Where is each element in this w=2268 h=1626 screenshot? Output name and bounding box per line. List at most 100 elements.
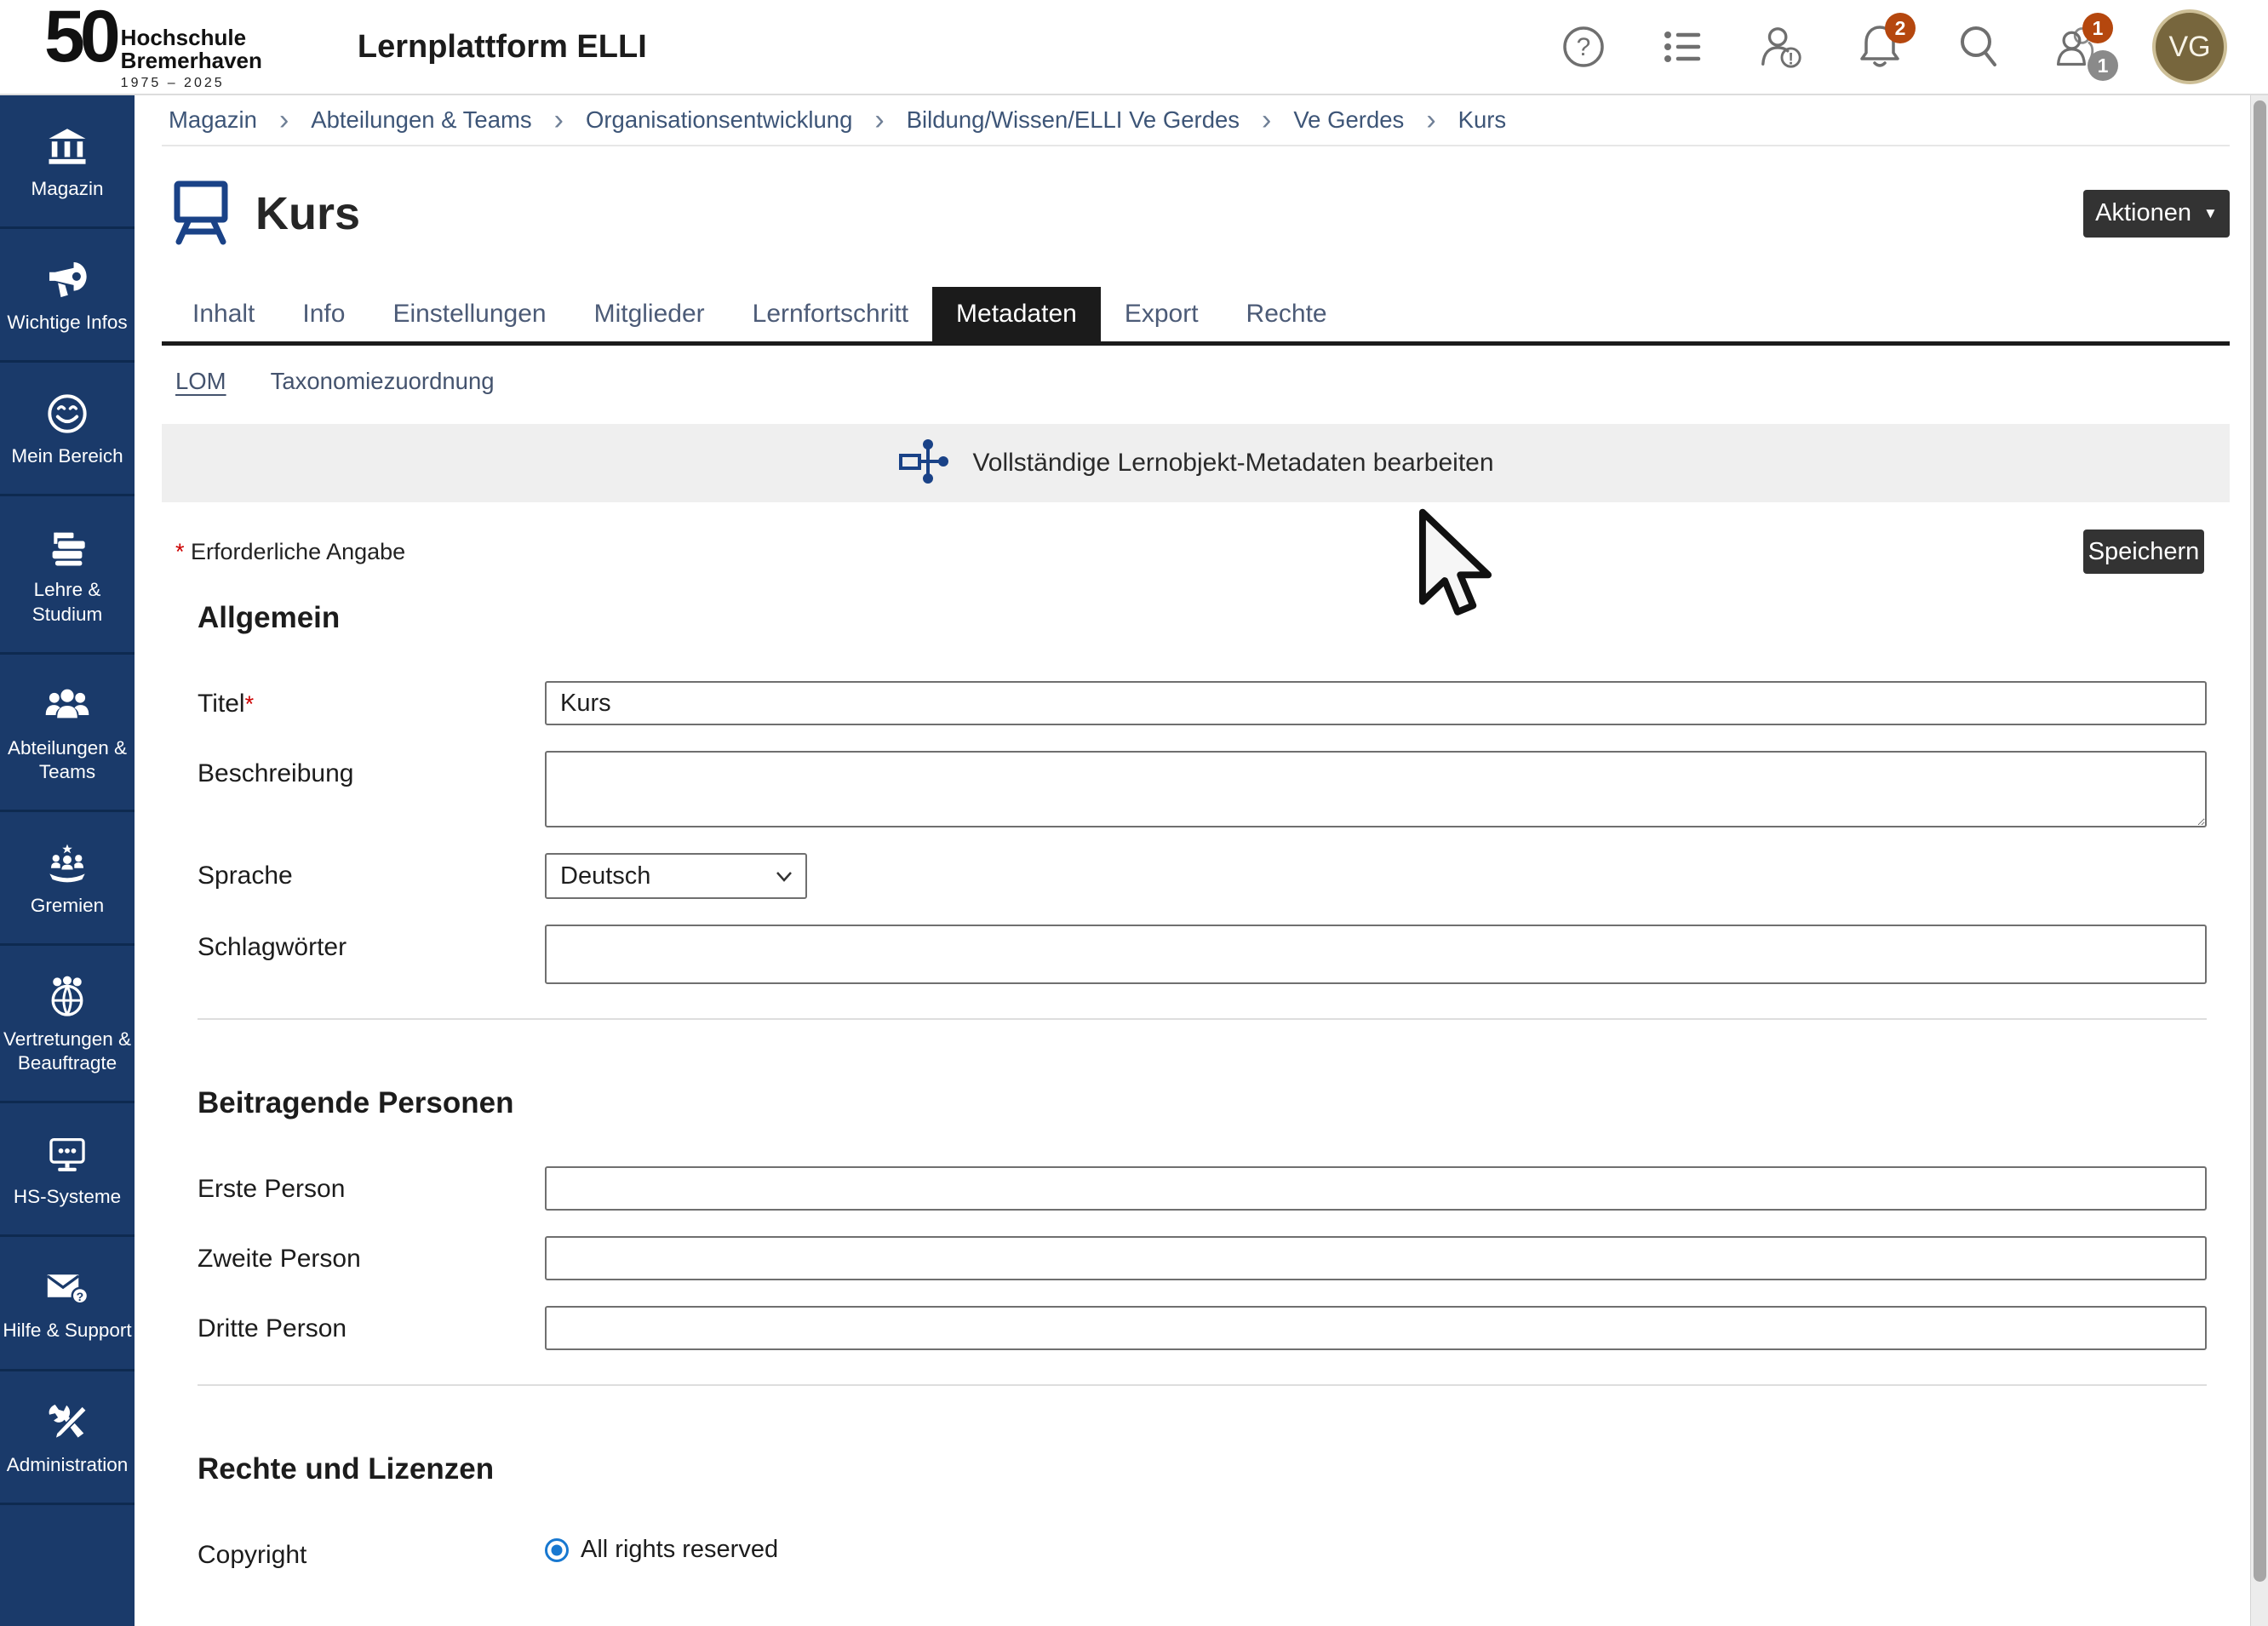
user-status-icon[interactable]: ! (1757, 21, 1805, 72)
committee-icon (45, 843, 89, 884)
bank-icon (46, 126, 89, 167)
edit-full-metadata-banner[interactable]: Vollständige Lernobjekt-Metadaten bearbe… (162, 424, 2230, 502)
chevron-right-icon: › (1426, 106, 1435, 135)
section-divider (198, 1018, 2207, 1020)
books-icon (45, 527, 89, 568)
section-divider (198, 1384, 2207, 1386)
subtab-taxonomiezuordnung[interactable]: Taxonomiezuordnung (271, 368, 495, 395)
tab-einstellungen[interactable]: Einstellungen (369, 287, 570, 341)
breadcrumb: Magazin › Abteilungen & Teams › Organisa… (162, 95, 2230, 146)
mail-question-icon: ? (44, 1268, 90, 1308)
tab-lernfortschritt[interactable]: Lernfortschritt (729, 287, 932, 341)
megaphone-icon (45, 260, 89, 301)
logo-50-mark: 50 (44, 3, 116, 72)
titel-label: Titel* (198, 681, 545, 719)
contacts-icon[interactable]: 1 1 (2053, 21, 2101, 72)
svg-text:?: ? (1577, 33, 1591, 61)
subtab-lom[interactable]: LOM (175, 368, 226, 395)
sidebar-item-mein-bereich[interactable]: Mein Bereich (0, 363, 135, 496)
globe-people-icon (45, 976, 89, 1017)
erste-person-label: Erste Person (198, 1166, 545, 1204)
schlagwoerter-label: Schlagwörter (198, 925, 545, 962)
copyright-radio-label: All rights reserved (581, 1536, 778, 1564)
notification-badge: 2 (1885, 13, 1916, 43)
tab-mitglieder[interactable]: Mitglieder (570, 287, 729, 341)
erste-person-input[interactable] (545, 1166, 2207, 1211)
avatar[interactable]: VG (2152, 9, 2227, 84)
university-logo[interactable]: 50 Hochschule Bremerhaven 1975 – 2025 (44, 3, 262, 92)
people-group-icon (44, 685, 90, 726)
sidebar-item-vertretungen-beauftragte[interactable]: Vertretungen & Beauftragte (0, 946, 135, 1103)
monitor-icon (45, 1134, 89, 1175)
form-row-schlagwoerter: Schlagwörter (198, 925, 2207, 984)
required-hint: * Erforderliche Angabe (175, 539, 405, 565)
sidebar-item-hilfe-support[interactable]: ? Hilfe & Support (0, 1237, 135, 1371)
banner-label: Vollständige Lernobjekt-Metadaten bearbe… (972, 449, 1493, 478)
section-heading-beitragende-personen: Beitragende Personen (198, 1086, 2207, 1120)
sidebar-item-abteilungen-teams[interactable]: Abteilungen & Teams (0, 655, 135, 812)
copyright-radio-all-rights-reserved[interactable] (545, 1538, 569, 1562)
form-row-erste-person: Erste Person (198, 1166, 2207, 1211)
scrollbar-thumb[interactable] (2254, 100, 2266, 1582)
breadcrumb-link[interactable]: Organisationsentwicklung (586, 106, 852, 134)
svg-text:?: ? (77, 1290, 84, 1303)
beschreibung-textarea[interactable] (545, 751, 2207, 827)
form-row-zweite-person: Zweite Person (198, 1236, 2207, 1280)
vertical-scrollbar (2250, 95, 2268, 1626)
metadata-form: Allgemein Titel* Beschreibung Sprache De… (162, 574, 2230, 1570)
contacts-badge-count: 1 (2088, 50, 2118, 81)
notification-bell-icon[interactable]: 2 (1856, 21, 1904, 72)
zweite-person-input[interactable] (545, 1236, 2207, 1280)
form-row-copyright: Copyright All rights reserved (198, 1532, 2207, 1570)
metadata-nodes-icon (897, 437, 950, 490)
section-heading-allgemein: Allgemein (198, 601, 2207, 635)
beschreibung-label: Beschreibung (198, 751, 545, 788)
svg-text:!: ! (1788, 50, 1793, 68)
subtab-bar: LOM Taxonomiezuordnung (162, 346, 2230, 414)
sidebar-item-gremien[interactable]: Gremien (0, 812, 135, 946)
titel-input[interactable] (545, 681, 2207, 725)
chevron-right-icon: › (874, 106, 884, 135)
help-icon[interactable]: ? (1560, 21, 1607, 72)
dritte-person-label: Dritte Person (198, 1306, 545, 1343)
header-icon-bar: ? ! 2 1 1 VG (1560, 9, 2227, 84)
sidebar-item-magazin[interactable]: Magazin (0, 95, 135, 229)
logo-text: Hochschule Bremerhaven 1975 – 2025 (121, 3, 262, 92)
tab-info[interactable]: Info (278, 287, 369, 341)
form-row-titel: Titel* (198, 681, 2207, 725)
sidebar-item-administration[interactable]: Administration (0, 1371, 135, 1505)
schlagwoerter-input[interactable] (545, 925, 2207, 984)
required-star: * (175, 539, 185, 564)
section-heading-rechte-lizenzen: Rechte und Lizenzen (198, 1452, 2207, 1486)
breadcrumb-link[interactable]: Abteilungen & Teams (311, 106, 531, 134)
menu-list-icon[interactable] (1658, 21, 1706, 72)
sidebar-item-hs-systeme[interactable]: HS-Systeme (0, 1103, 135, 1237)
copyright-label: Copyright (198, 1532, 545, 1570)
tab-bar: Inhalt Info Einstellungen Mitglieder Ler… (162, 287, 2230, 346)
sidebar-item-wichtige-infos[interactable]: Wichtige Infos (0, 229, 135, 363)
tab-inhalt[interactable]: Inhalt (169, 287, 278, 341)
form-row-dritte-person: Dritte Person (198, 1306, 2207, 1350)
zweite-person-label: Zweite Person (198, 1236, 545, 1274)
search-icon[interactable] (1955, 21, 2002, 72)
actions-button[interactable]: Aktionen ▼ (2083, 190, 2230, 238)
dritte-person-input[interactable] (545, 1306, 2207, 1350)
page-title: Kurs (255, 187, 360, 240)
tab-export[interactable]: Export (1101, 287, 1223, 341)
breadcrumb-link[interactable]: Bildung/Wissen/ELLI Ve Gerdes (907, 106, 1240, 134)
save-button[interactable]: Speichern (2083, 530, 2204, 574)
content-area: Magazin › Abteilungen & Teams › Organisa… (135, 95, 2268, 1626)
breadcrumb-current[interactable]: Kurs (1458, 106, 1507, 134)
top-header: 50 Hochschule Bremerhaven 1975 – 2025 Le… (0, 0, 2268, 95)
course-easel-icon (169, 177, 233, 249)
sprache-select[interactable]: Deutsch (545, 853, 807, 899)
contacts-badge-new: 1 (2082, 13, 2113, 43)
tab-metadaten[interactable]: Metadaten (932, 287, 1101, 341)
breadcrumb-link[interactable]: Magazin (169, 106, 257, 134)
chevron-right-icon: › (279, 106, 289, 135)
breadcrumb-link[interactable]: Ve Gerdes (1293, 106, 1404, 134)
tab-rechte[interactable]: Rechte (1223, 287, 1351, 341)
sidebar-item-lehre-studium[interactable]: Lehre & Studium (0, 496, 135, 654)
chevron-right-icon: › (554, 106, 564, 135)
tools-icon (45, 1402, 89, 1443)
